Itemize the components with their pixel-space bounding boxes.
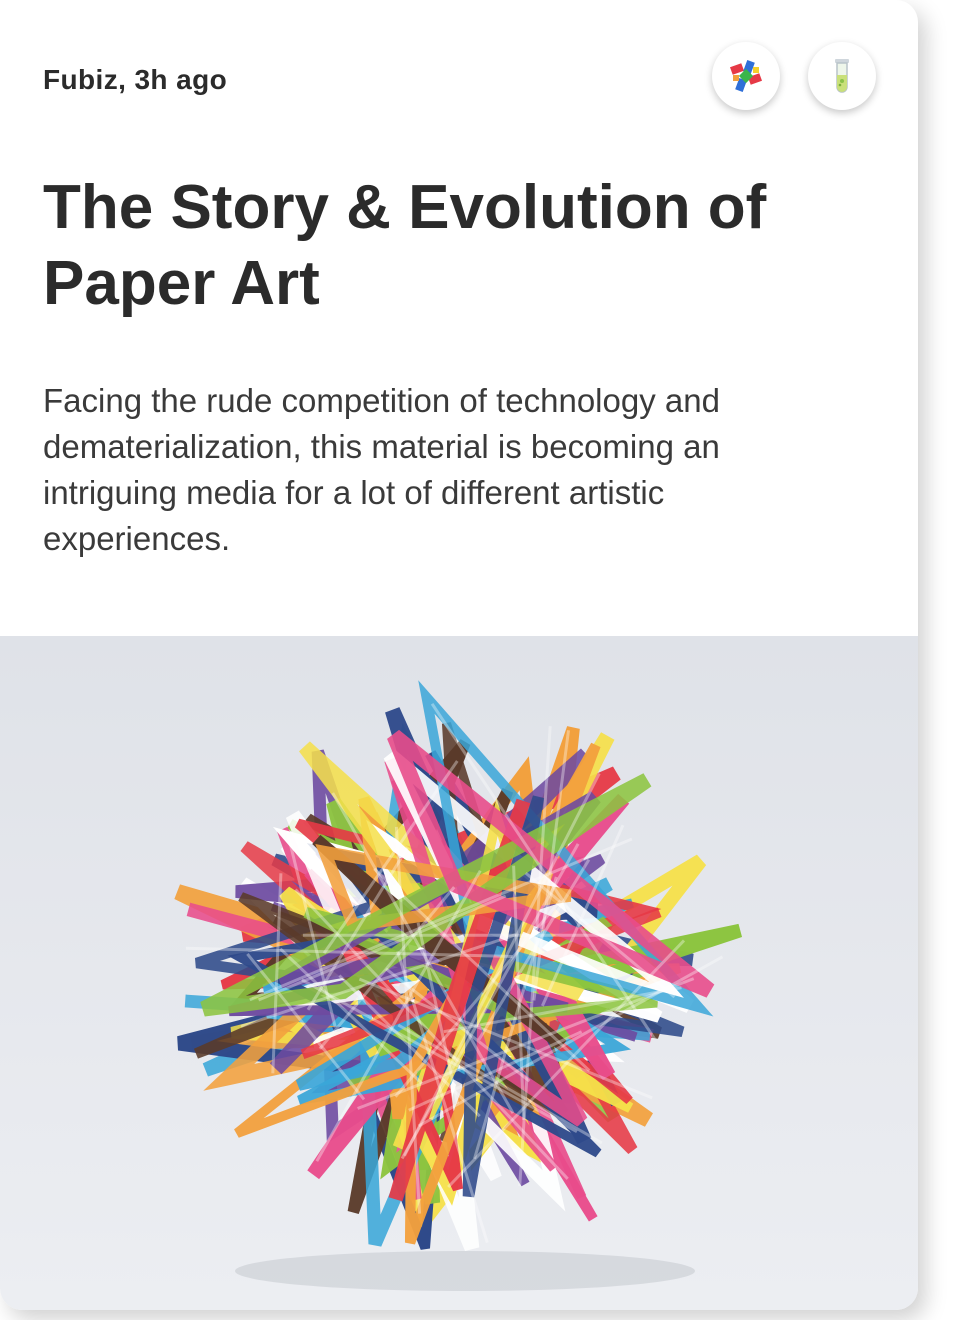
article-image[interactable] <box>0 636 918 1310</box>
sculpture-strips <box>174 680 743 1251</box>
test-tube-icon <box>835 59 849 93</box>
action-buttons <box>712 42 876 110</box>
test-tube-button[interactable] <box>808 42 876 110</box>
colorful-logo-icon <box>729 59 763 93</box>
article-card[interactable]: Fubiz, 3h ago The Story & Evolution of P… <box>0 0 918 1310</box>
source-timestamp: Fubiz, 3h ago <box>43 64 228 95</box>
article-description: Facing the rude competition of technolog… <box>43 382 720 557</box>
paper-sculpture-illustration <box>174 680 743 1291</box>
colorful-logo-button[interactable] <box>712 42 780 110</box>
article-title[interactable]: The Story & Evolution of Paper Art <box>43 170 843 322</box>
